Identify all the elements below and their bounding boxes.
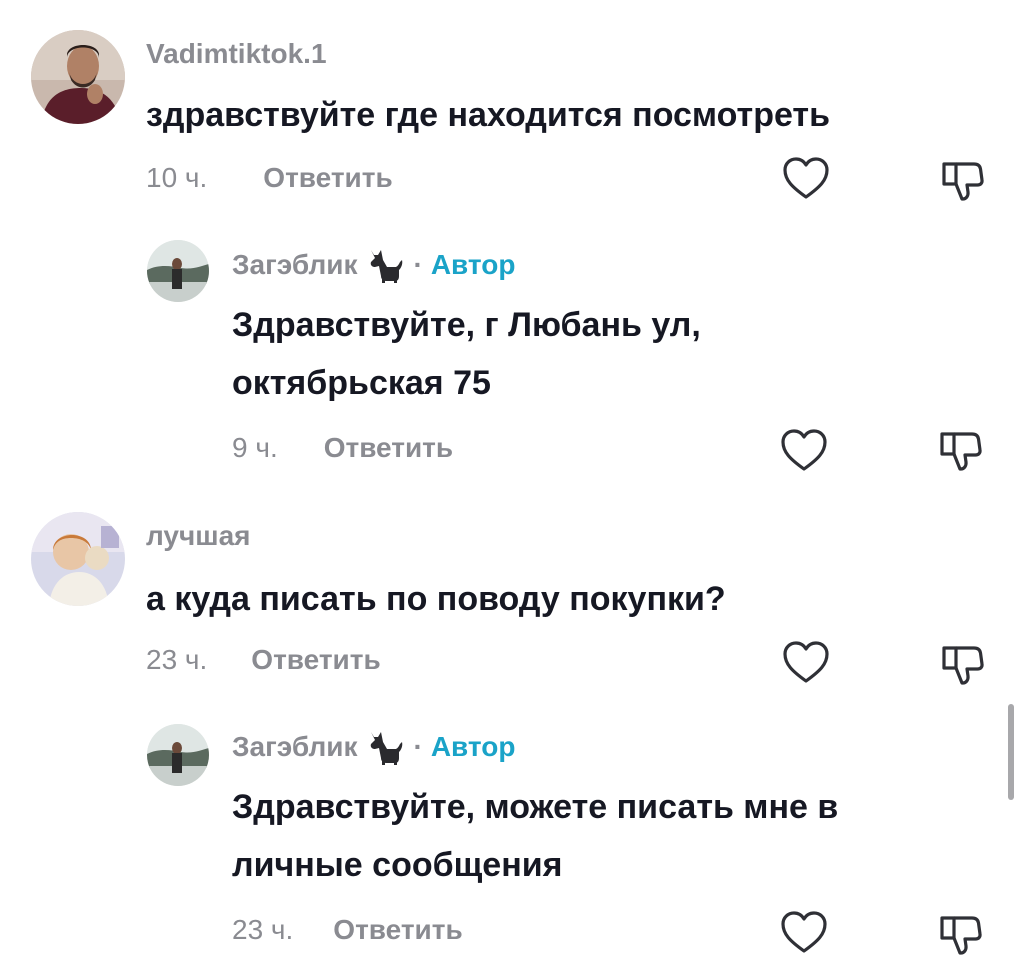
dislike-button[interactable] [934, 906, 986, 958]
avatar-photo [147, 240, 209, 302]
dislike-button[interactable] [936, 636, 988, 688]
avatar[interactable] [147, 240, 209, 302]
cat-icon [365, 246, 405, 284]
comment-text: Здравствуйте, можете писать мне в личные… [232, 778, 838, 894]
author-badge: Автор [430, 731, 516, 762]
dislike-button[interactable] [934, 422, 986, 474]
separator-dot: · [413, 731, 423, 762]
avatar[interactable] [31, 30, 125, 124]
thumbs-down-outline-icon [938, 638, 986, 686]
cat-icon [365, 728, 405, 766]
comment-meta: 23 ч. Ответить [146, 644, 381, 676]
comment-text-line: Здравствуйте, г Любань ул, [232, 306, 701, 344]
separator-dot: · [413, 249, 423, 280]
comment-meta: 10 ч. Ответить [146, 162, 393, 194]
comment-text-line: октябрьская 75 [232, 364, 491, 402]
comment-time: 23 ч. [232, 914, 294, 945]
dislike-button[interactable] [936, 152, 988, 204]
username-text: Загэблик [232, 249, 358, 280]
reply-button[interactable]: Ответить [251, 644, 380, 676]
reply-button[interactable]: Ответить [324, 432, 453, 464]
comment-username[interactable]: Vadimtiktok.1 [146, 38, 327, 70]
comment-time: 23 ч. [146, 644, 208, 675]
comment-username[interactable]: Загэблик · Автор [232, 728, 515, 766]
comment-text-line: Здравствуйте, можете писать мне в [232, 788, 839, 826]
comment-text: здравствуйте где находится посмотреть [146, 96, 830, 134]
comment-text-line: личные сообщения [232, 846, 563, 884]
heart-outline-icon [782, 640, 830, 684]
username-text: Vadimtiktok.1 [146, 38, 327, 69]
avatar-photo [31, 512, 125, 606]
comment-time: 9 ч. [232, 432, 278, 463]
heart-outline-icon [780, 428, 828, 472]
heart-outline-icon [780, 910, 828, 954]
scrollbar[interactable] [1008, 704, 1014, 800]
author-badge: Автор [430, 249, 516, 280]
heart-outline-icon [782, 156, 830, 200]
like-button[interactable] [778, 906, 830, 958]
thumbs-down-outline-icon [936, 908, 984, 956]
comment-meta: 9 ч. Ответить [232, 432, 453, 464]
avatar-photo [31, 30, 125, 124]
username-text: лучшая [146, 520, 251, 551]
comment-time: 10 ч. [146, 162, 208, 193]
comment-meta: 23 ч. Ответить [232, 914, 463, 946]
like-button[interactable] [780, 636, 832, 688]
username-text: Загэблик [232, 731, 358, 762]
comment-text: Здравствуйте, г Любань ул, октябрьская 7… [232, 296, 701, 412]
avatar[interactable] [147, 724, 209, 786]
like-button[interactable] [778, 424, 830, 476]
reply-button[interactable]: Ответить [333, 914, 462, 946]
thumbs-down-outline-icon [938, 154, 986, 202]
like-button[interactable] [780, 152, 832, 204]
comment-username[interactable]: лучшая [146, 520, 251, 552]
comment-text: а куда писать по поводу покупки? [146, 580, 726, 618]
comment-username[interactable]: Загэблик · Автор [232, 246, 515, 284]
avatar-photo [147, 724, 209, 786]
thumbs-down-outline-icon [936, 424, 984, 472]
reply-button[interactable]: Ответить [263, 162, 392, 194]
avatar[interactable] [31, 512, 125, 606]
